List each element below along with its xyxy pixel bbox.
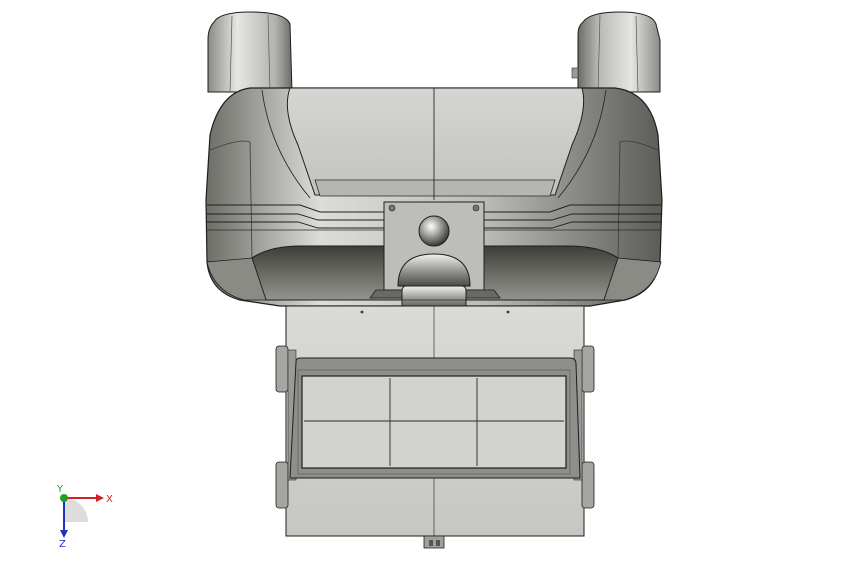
cad-model-viewport[interactable] — [0, 0, 867, 562]
axis-triad-graphic: X Y Z — [56, 484, 113, 550]
x-axis-label: X — [106, 494, 113, 505]
left-wheel — [207, 11, 293, 93]
z-axis-label: Z — [59, 539, 66, 548]
robot-model — [205, 11, 663, 549]
y-axis-dot — [60, 494, 68, 502]
right-wheel — [571, 11, 661, 93]
y-axis-label: Y — [56, 484, 64, 495]
axis-triad: X Y Z — [48, 478, 118, 550]
camera-dome — [397, 253, 471, 311]
battery-tray — [289, 357, 581, 479]
